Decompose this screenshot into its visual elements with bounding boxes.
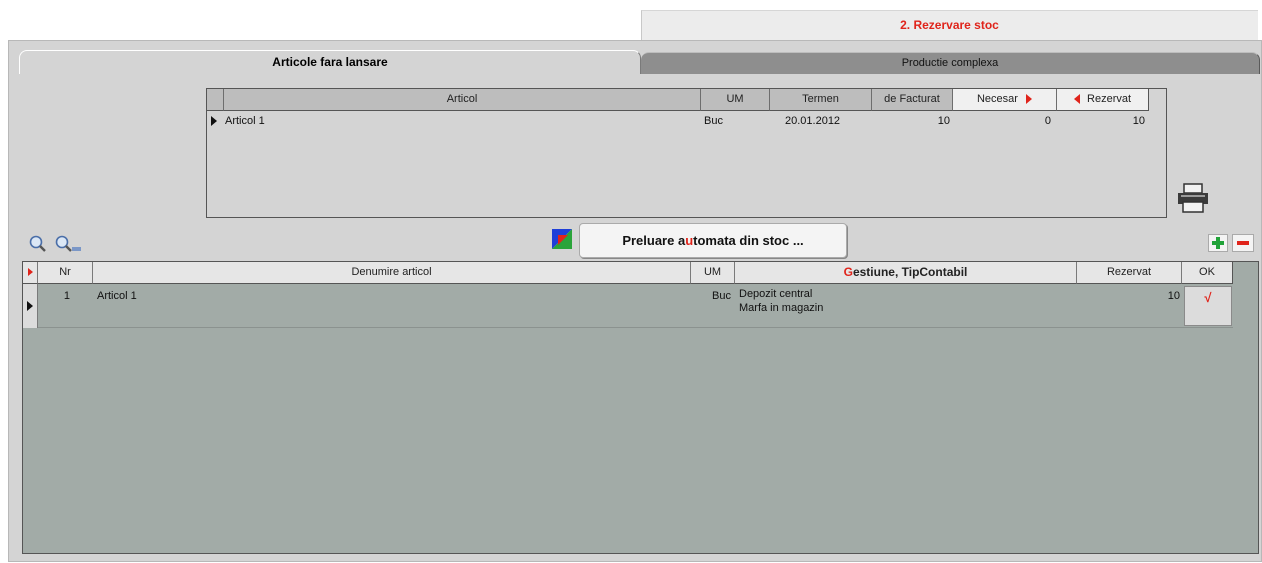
cell-um: Buc	[712, 290, 731, 302]
col-necesar-label: Necesar	[976, 93, 1018, 105]
col-gestiune-label: estiune, TipContabil	[852, 265, 968, 279]
col-rezervat-label: Rezervat	[1087, 93, 1132, 105]
cell-de-facturat: 10	[937, 115, 950, 127]
cell-articol: Articol 1	[225, 115, 265, 127]
search-icon[interactable]	[28, 234, 48, 254]
col-um[interactable]: UM	[691, 262, 735, 284]
arrow-right-icon[interactable]	[1026, 94, 1033, 105]
cell-rezervat: 10	[1132, 115, 1145, 127]
preluare-label-start: Preluare	[622, 233, 678, 248]
row-selector[interactable]	[23, 284, 38, 328]
add-icon[interactable]	[1208, 234, 1228, 252]
col-articol[interactable]: Articol	[224, 89, 701, 111]
current-row-icon	[211, 116, 217, 126]
preluare-label-rest: tomata din stoc ...	[693, 233, 804, 248]
row-marker-header	[23, 262, 38, 284]
col-rezervat[interactable]: Rezervat	[1057, 89, 1149, 111]
col-necesar[interactable]: Necesar	[953, 89, 1057, 111]
col-gestiune-accent: G	[843, 265, 853, 279]
cell-denumire: Articol 1	[97, 290, 137, 302]
arrow-left-icon[interactable]	[1073, 94, 1080, 105]
print-icon[interactable]	[1176, 182, 1210, 214]
tab-articole-fara-lansare[interactable]: Articole fara lansare	[19, 50, 641, 74]
articles-grid[interactable]: Articol UM Termen de Facturat Necesar Re…	[206, 88, 1167, 218]
reservation-grid[interactable]: Nr Denumire articol UM Gestiune, TipCont…	[22, 261, 1259, 554]
marker-arrow-icon	[27, 268, 33, 277]
cell-gestiune: Depozit central	[739, 288, 813, 300]
cell-necesar: 0	[1044, 115, 1051, 127]
preluare-automata-button[interactable]: Preluare automata din stoc ...	[579, 223, 847, 258]
ok-checkbox[interactable]: √	[1184, 286, 1232, 326]
cell-termen: 20.01.2012	[785, 115, 841, 127]
step-title: 2. Rezervare stoc	[900, 18, 999, 32]
search-advanced-icon[interactable]	[53, 234, 83, 254]
color-picker-icon[interactable]	[552, 229, 572, 249]
table-row[interactable]: 1 Articol 1 Buc Depozit central Marfa in…	[23, 284, 1233, 328]
cell-um: Buc	[704, 115, 723, 127]
col-ok[interactable]: OK	[1182, 262, 1233, 284]
preluare-label-accent: u	[685, 233, 694, 248]
remove-icon[interactable]	[1232, 234, 1254, 252]
col-um[interactable]: UM	[701, 89, 770, 111]
table-row[interactable]: Articol 1 Buc 20.01.2012 10 0 10	[207, 111, 1149, 131]
cell-rezervat: 10	[1167, 290, 1180, 302]
col-termen[interactable]: Termen	[770, 89, 872, 111]
cell-tip-contabil: Marfa in magazin	[739, 302, 824, 314]
row-indicator-header	[207, 89, 224, 111]
col-gestiune-tipcontabil[interactable]: Gestiune, TipContabil	[735, 262, 1077, 284]
tab-productie-complexa[interactable]: Productie complexa	[641, 52, 1260, 74]
current-row-icon	[27, 301, 33, 311]
cell-nr: 1	[63, 290, 70, 302]
col-nr[interactable]: Nr	[38, 262, 93, 284]
col-rezervat[interactable]: Rezervat	[1077, 262, 1182, 284]
col-denumire-articol[interactable]: Denumire articol	[93, 262, 691, 284]
col-de-facturat[interactable]: de Facturat	[872, 89, 953, 111]
